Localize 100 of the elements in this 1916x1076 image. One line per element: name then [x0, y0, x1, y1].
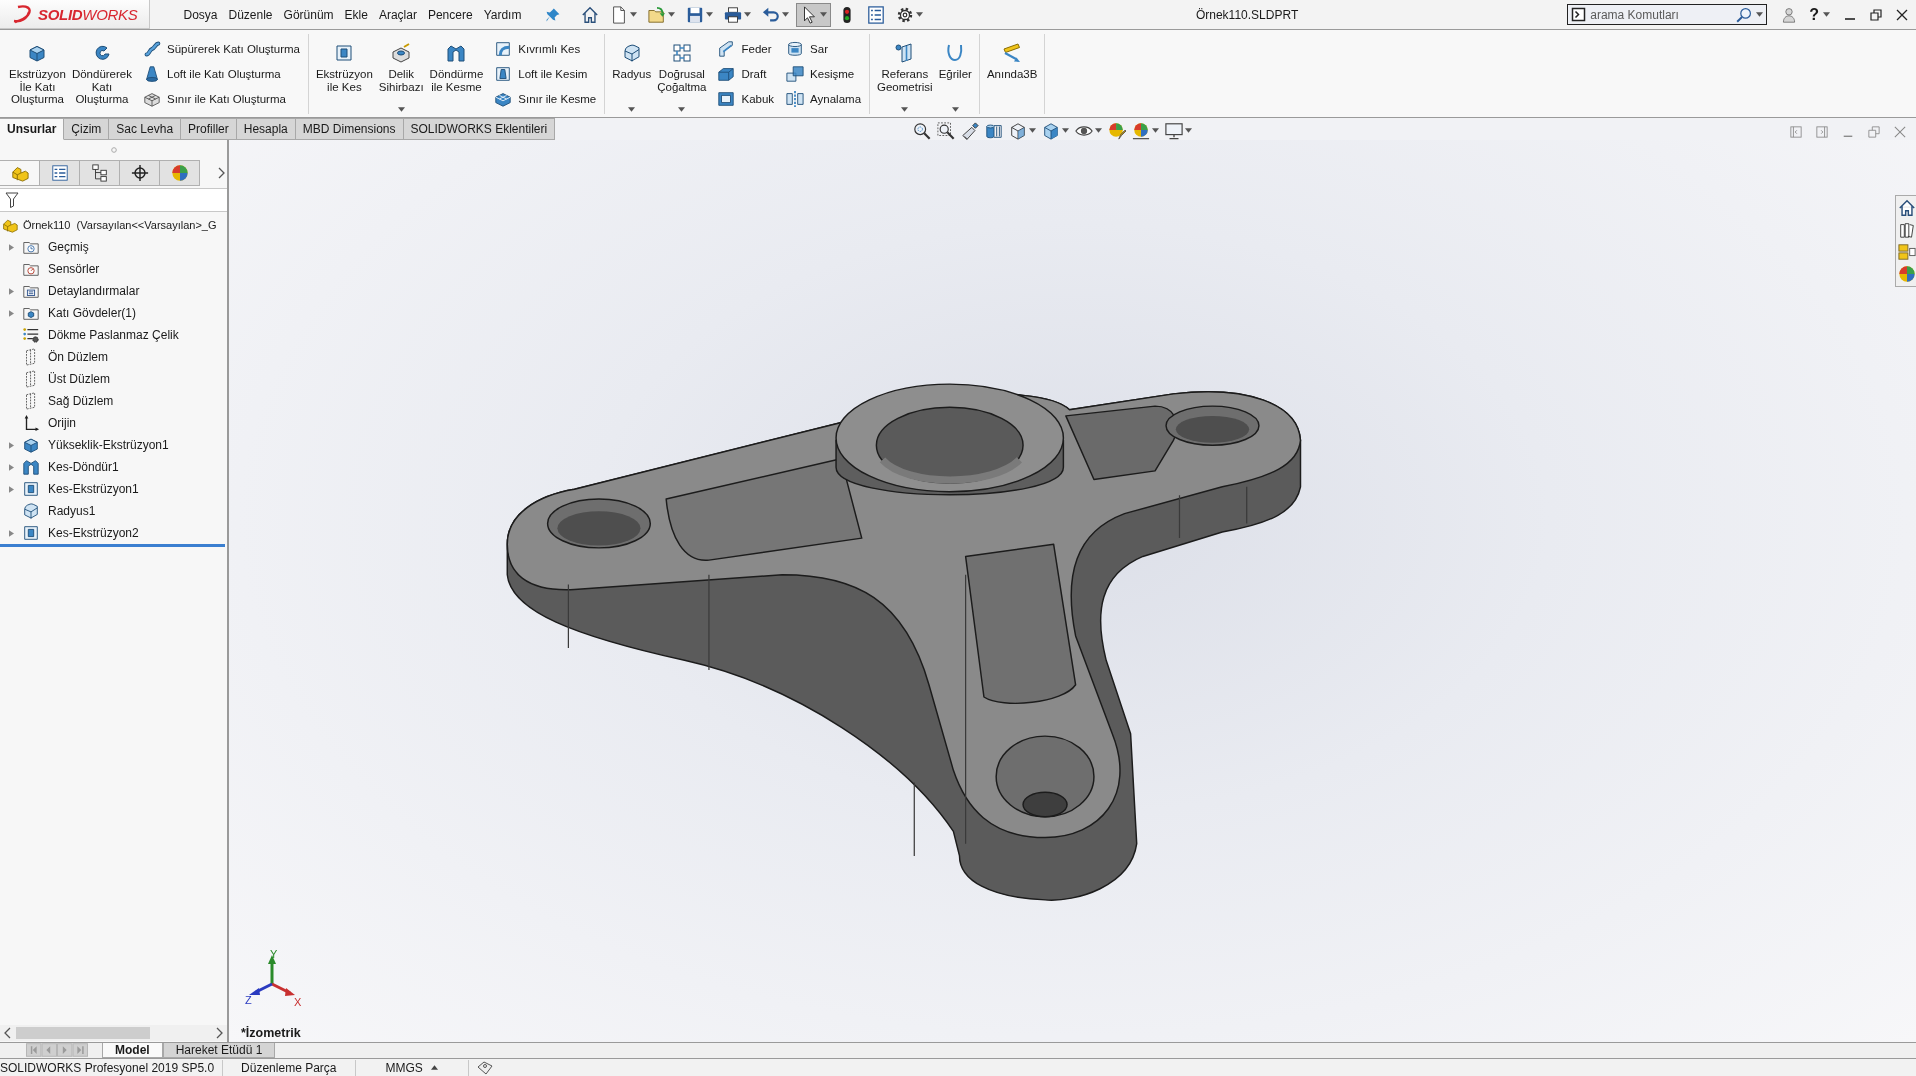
tree-item[interactable]: Sensörler: [48, 262, 100, 276]
user-icon[interactable]: [1781, 5, 1798, 24]
menu-item[interactable]: Görünüm: [278, 7, 340, 22]
ribbon-button[interactable]: Sar: [782, 36, 866, 61]
list-gear-icon: [22, 326, 40, 344]
close-icon[interactable]: [1896, 8, 1908, 21]
tree-item[interactable]: Katı Gövdeler(1): [48, 306, 137, 320]
chevron-left-icon[interactable]: [4, 1027, 12, 1039]
tree-item[interactable]: Yükseklik-Ekstrüzyon1: [48, 438, 169, 452]
menu-item[interactable]: Ekle: [339, 7, 374, 22]
overlapping-blocks-icon: [786, 64, 805, 83]
chevron-right-icon[interactable]: [215, 1027, 223, 1039]
ribbon-button[interactable]: Feder: [713, 36, 779, 61]
menu-item[interactable]: Araçlar: [373, 7, 423, 22]
command-tab[interactable]: Profiller: [181, 118, 237, 140]
tree-item[interactable]: Üst Düzlem: [48, 372, 110, 386]
tree-item[interactable]: Orijin: [48, 416, 76, 430]
expand-arrow-icon[interactable]: [8, 287, 14, 295]
ribbon-button[interactable]: Kıvrımlı Kes: [490, 36, 601, 61]
tree-item[interactable]: Radyus1: [48, 504, 96, 518]
command-tab[interactable]: Unsurlar: [0, 118, 65, 140]
ribbon-button[interactable]: Loft ile Katı Oluşturma: [139, 61, 304, 86]
curved-slot-icon: [494, 39, 513, 58]
help-button[interactable]: ?: [1809, 5, 1819, 24]
pin-icon[interactable]: [544, 6, 561, 23]
command-tab[interactable]: Çizim: [64, 118, 110, 140]
arch-block-icon: [446, 43, 467, 63]
grip-icon[interactable]: [110, 147, 117, 153]
units-selector[interactable]: MMGS: [363, 1060, 460, 1075]
expand-arrow-icon[interactable]: [8, 463, 14, 471]
ribbon-button[interactable]: Ekstrüzyon ile Kes: [312, 34, 376, 114]
search-icon[interactable]: [1736, 6, 1753, 23]
tree-item[interactable]: Kes-Döndür1: [48, 460, 119, 474]
tag-icon[interactable]: [476, 1060, 493, 1075]
logo-area[interactable]: SOLIDWORKS: [0, 0, 150, 29]
ribbon-button[interactable]: Referans Geometrisi: [874, 34, 936, 114]
tree-item[interactable]: Sağ Düzlem: [48, 394, 114, 408]
expand-arrow-icon[interactable]: [8, 441, 14, 449]
command-tab[interactable]: Sac Levha: [109, 118, 182, 140]
horizontal-scrollbar[interactable]: [0, 1025, 227, 1041]
panel-tab[interactable]: [80, 160, 120, 186]
rounded-block-icon: [22, 502, 40, 520]
shaded-cube-icon: [1042, 121, 1061, 140]
panel-tab[interactable]: [120, 160, 160, 186]
search-box[interactable]: arama Komutları: [1567, 4, 1768, 25]
ribbon-button[interactable]: Loft ile Kesim: [490, 61, 601, 86]
tree-item[interactable]: Örnek110 (Varsayılan<<Varsayılan>_G: [23, 219, 217, 231]
menu-item[interactable]: Düzenle: [223, 7, 279, 22]
tile-left-icon[interactable]: [1790, 126, 1802, 138]
cube-icon: [22, 436, 40, 454]
expand-arrow-icon[interactable]: [8, 309, 14, 317]
ribbon-button[interactable]: Anında3B: [983, 34, 1041, 114]
filter-field[interactable]: [0, 188, 227, 212]
ribbon-button[interactable]: Kesişme: [782, 61, 866, 86]
model-tab[interactable]: Hareket Etüdü 1: [162, 1043, 276, 1058]
filter-icon: [5, 192, 19, 208]
model-tab[interactable]: Model: [102, 1043, 163, 1058]
ribbon-button[interactable]: Döndürme ile Kesme: [426, 34, 487, 114]
menu-item[interactable]: Pencere: [422, 7, 479, 22]
ribbon-button[interactable]: Kabuk: [713, 86, 779, 111]
chevron-right-icon[interactable]: [217, 167, 225, 179]
menu-item[interactable]: Dosya: [178, 7, 223, 22]
toolbar-button[interactable]: [795, 2, 831, 27]
scrollbar-thumb[interactable]: [16, 1027, 150, 1039]
ribbon-button[interactable]: Döndürerek Katı Oluşturma: [68, 34, 135, 114]
ribbon-button[interactable]: Eğriler: [935, 34, 975, 114]
ribbon-button[interactable]: Doğrusal Çoğaltma: [654, 34, 710, 114]
expand-arrow-icon[interactable]: [8, 485, 14, 493]
painted-sphere-icon: [1108, 121, 1127, 140]
expand-arrow-icon[interactable]: [8, 243, 14, 251]
ribbon-button[interactable]: Delik Sihirbazı: [375, 34, 427, 114]
restore-icon[interactable]: [1870, 8, 1882, 21]
ribbon-button[interactable]: Ekstrüzyon İle Katı Oluşturma: [6, 34, 69, 114]
tree-item[interactable]: Kes-Ekstrüzyon2: [48, 526, 139, 540]
ribbon-button[interactable]: Sınır ile Kesme: [490, 86, 601, 111]
ribbon-button[interactable]: Sınır ile Katı Oluşturma: [139, 86, 304, 111]
block-part-icon: [2, 217, 18, 233]
expand-arrow-icon[interactable]: [8, 529, 14, 537]
command-tab[interactable]: MBD Dimensions: [295, 118, 404, 140]
search-field[interactable]: arama Komutları: [1590, 7, 1733, 22]
tiles-icon[interactable]: [1898, 242, 1916, 262]
tree-item[interactable]: Geçmiş: [48, 240, 89, 254]
tree-item[interactable]: Dökme Paslanmaz Çelik: [48, 328, 179, 342]
tree-item[interactable]: Kes-Ekstrüzyon1: [48, 482, 139, 496]
command-tab[interactable]: SOLIDWORKS Eklentileri: [403, 118, 556, 140]
menu-item[interactable]: Yardım: [478, 7, 527, 22]
ribbon-button[interactable]: Süpürerek Katı Oluşturma: [139, 36, 304, 61]
ribbon-button[interactable]: Draft: [713, 61, 779, 86]
caret-icon: [1823, 12, 1830, 17]
ribbon-button[interactable]: Radyus: [609, 34, 655, 114]
tile-right-icon[interactable]: [1816, 126, 1828, 138]
hollow-box-icon: [717, 89, 736, 108]
view-toolbar-button[interactable]: [959, 119, 982, 142]
home-icon[interactable]: [1898, 198, 1916, 218]
ribbon-button[interactable]: Aynalama: [782, 86, 866, 111]
plane-point-icon: [894, 43, 915, 63]
tree-item[interactable]: Ön Düzlem: [48, 350, 109, 364]
books-icon[interactable]: [1898, 220, 1916, 240]
tree-item[interactable]: Detaylandırmalar: [48, 284, 140, 298]
command-tab[interactable]: Hesapla: [236, 118, 296, 140]
